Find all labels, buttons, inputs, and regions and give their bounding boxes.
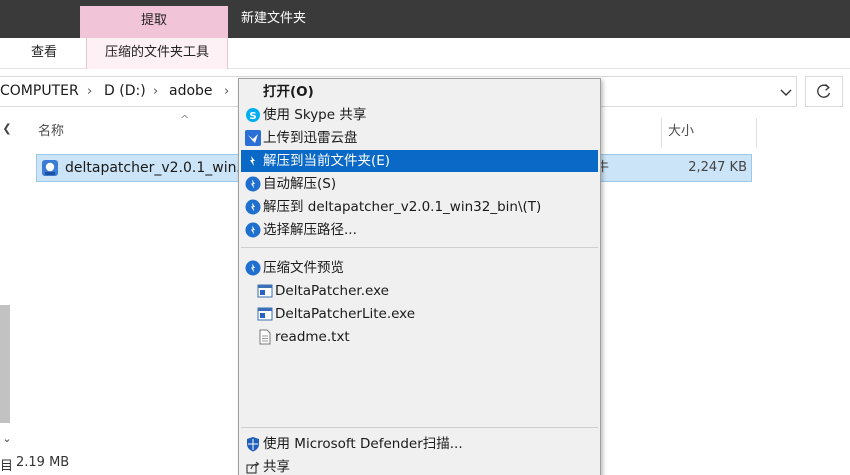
menu-item-label: 解压到 deltapatcher_v2.0.1_win32_bin\(T): [263, 199, 542, 215]
bandizip-icon: [245, 260, 261, 276]
scroll-up-arrow-icon[interactable]: ❮: [0, 118, 14, 140]
menu-item-label: 使用 Skype 共享: [263, 107, 367, 123]
svg-text:S: S: [249, 111, 256, 122]
chevron-down-icon: [780, 89, 792, 96]
bandizip-icon: [245, 222, 261, 238]
bandizip-icon: [245, 199, 261, 215]
address-history-dropdown-button[interactable]: [775, 80, 797, 104]
tab-compressed-folder-tools[interactable]: 压缩的文件夹工具: [86, 38, 228, 69]
breadcrumb-computer[interactable]: COMPUTER: [0, 77, 79, 106]
menu-item-share-skype[interactable]: S 使用 Skype 共享: [241, 104, 598, 126]
share-icon: [246, 461, 260, 474]
bandizip-icon: [245, 176, 261, 192]
context-menu: 打开(O) S 使用 Skype 共享 上传到迅雷云盘 解压到当前文件夹(E) …: [238, 78, 601, 475]
menu-item-label: 上传到迅雷云盘: [263, 130, 358, 146]
breadcrumb-adobe[interactable]: adobe: [169, 77, 213, 106]
menu-item-label: 自动解压(S): [263, 176, 337, 192]
menu-item-open[interactable]: 打开(O): [241, 81, 598, 103]
menu-item-label: readme.txt: [275, 329, 350, 345]
scroll-down-arrow-icon[interactable]: ⌄: [0, 428, 14, 450]
breadcrumb-separator-icon[interactable]: ›: [153, 77, 158, 106]
ribbon-tabs: 查看 压缩的文件夹工具: [0, 38, 850, 69]
menu-item-auto-extract[interactable]: 自动解压(S): [241, 173, 598, 195]
menu-item-choose-extract-path[interactable]: 选择解压路径...: [241, 219, 598, 241]
skype-icon: S: [246, 108, 260, 122]
context-tab-extract[interactable]: 提取: [80, 6, 228, 38]
exe-file-icon: [257, 284, 273, 298]
menu-item-preview-deltapatcher-exe[interactable]: DeltaPatcher.exe: [241, 280, 598, 302]
menu-item-preview-deltapatcherlite-exe[interactable]: DeltaPatcherLite.exe: [241, 303, 598, 325]
tab-view[interactable]: 查看: [31, 38, 57, 69]
menu-separator: [241, 427, 598, 428]
sort-ascending-icon: ^: [180, 113, 190, 126]
breadcrumb-separator-icon[interactable]: ›: [87, 77, 92, 106]
menu-item-preview-readme-txt[interactable]: readme.txt: [241, 326, 598, 348]
extract-here-icon: [250, 156, 255, 166]
menu-item-upload-thunder-cloud[interactable]: 上传到迅雷云盘: [241, 127, 598, 149]
file-name: deltapatcher_v2.0.1_win32: [65, 160, 255, 176]
window-title: 新建文件夹: [241, 11, 307, 26]
menu-item-label: 打开(O): [263, 84, 314, 100]
menu-separator: [241, 247, 598, 248]
menu-item-label: 共享: [263, 459, 290, 475]
text-file-icon: [259, 329, 271, 345]
menu-item-share[interactable]: 共享: [241, 456, 598, 475]
vertical-scrollbar-thumb[interactable]: [0, 305, 10, 423]
refresh-button[interactable]: [805, 76, 843, 107]
status-selected-prefix: 目: [0, 459, 14, 474]
menu-item-extract-here[interactable]: 解压到当前文件夹(E): [241, 150, 598, 172]
menu-item-label: 使用 Microsoft Defender扫描...: [263, 436, 463, 452]
refresh-icon: [817, 84, 831, 98]
column-header-size[interactable]: 大小: [668, 120, 694, 139]
breadcrumb-drive-d[interactable]: D (D:): [104, 77, 146, 106]
menu-item-label: DeltaPatcher.exe: [275, 283, 389, 299]
menu-item-label: 解压到当前文件夹(E): [263, 153, 391, 169]
file-size: 2,247 KB: [688, 160, 747, 175]
menu-item-label: 压缩文件预览: [263, 260, 344, 276]
menu-item-label: 选择解压路径...: [263, 222, 357, 238]
menu-item-extract-to-folder[interactable]: 解压到 deltapatcher_v2.0.1_win32_bin\(T): [241, 196, 598, 218]
bandizip-archive-icon: [42, 160, 58, 176]
exe-file-icon: [257, 307, 273, 321]
status-selected-size: 2.19 MB: [16, 455, 70, 470]
breadcrumb-separator-icon[interactable]: ›: [224, 77, 229, 106]
column-divider[interactable]: [661, 118, 662, 148]
column-divider[interactable]: [756, 118, 757, 148]
menu-item-defender-scan[interactable]: 使用 Microsoft Defender扫描...: [241, 433, 598, 455]
menu-item-label: DeltaPatcherLite.exe: [275, 306, 416, 322]
thunder-cloud-icon: [245, 130, 261, 146]
title-bar: 提取 新建文件夹: [0, 0, 850, 38]
defender-shield-icon: [247, 437, 259, 452]
column-header-name[interactable]: 名称: [38, 120, 64, 139]
menu-item-archive-preview[interactable]: 压缩文件预览: [241, 257, 598, 279]
